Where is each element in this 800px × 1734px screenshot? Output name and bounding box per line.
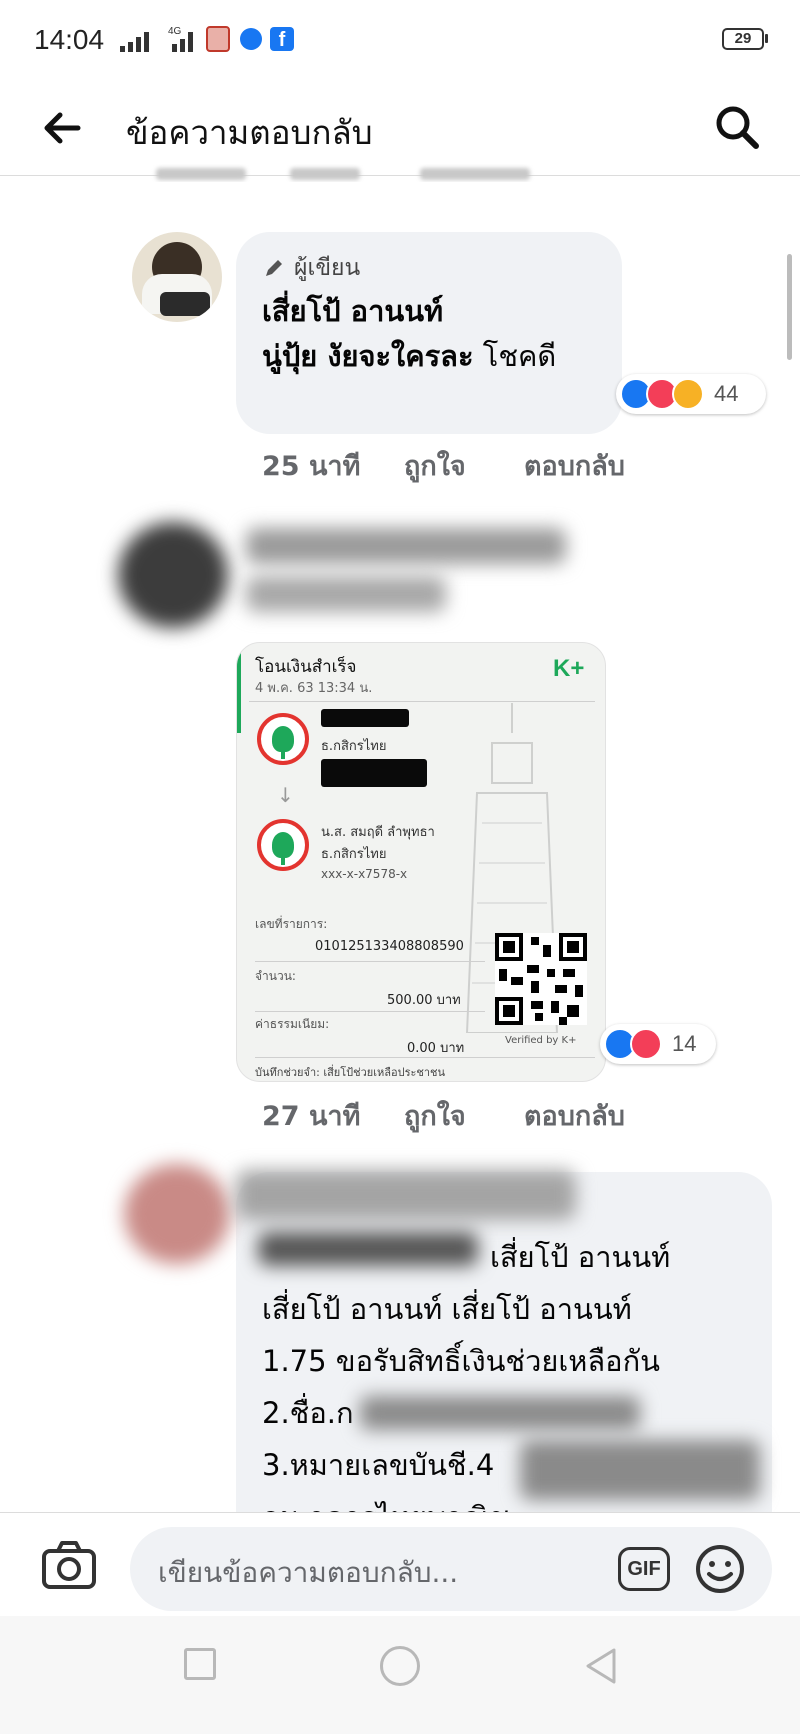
comment-text: นู่ปุ้ย งัยจะใครละ โชคดี xyxy=(262,332,602,380)
avatar[interactable] xyxy=(124,1164,230,1264)
reaction-count: 14 xyxy=(672,1031,697,1056)
like-button[interactable]: ถูกใจ xyxy=(404,1094,466,1137)
pencil-icon xyxy=(266,260,282,276)
comment-text-line: เสี่ยโป้ อานนท์ เสี่ยโป้ อานนท์ xyxy=(262,1292,632,1326)
recipient-account: xxx-x-x7578-x xyxy=(321,867,408,881)
status-time: 14:04 xyxy=(34,24,105,55)
blurred-author-name xyxy=(236,1170,576,1220)
comment-text-bold: นู่ปุ้ย งัยจะใครละ xyxy=(262,339,474,373)
reply-input-placeholder: เขียนข้อความตอบกลับ... xyxy=(158,1556,459,1589)
comment-text-rest: โชคดี xyxy=(482,339,557,373)
page-title: ข้อความตอบกลับ xyxy=(126,113,373,152)
reply-button[interactable]: ตอบกลับ xyxy=(524,1094,625,1137)
reaction-summary[interactable]: 14 xyxy=(600,1024,716,1064)
kbank-logo-icon xyxy=(257,713,309,765)
header: ข้อความตอบกลับ xyxy=(0,80,800,176)
reference-label: เลขที่รายการ: xyxy=(255,917,328,931)
qr-code xyxy=(495,933,587,1025)
transfer-receipt-image[interactable]: โอนเงินสำเร็จ 4 พ.ค. 63 13:34 น. K+ ธ.กส… xyxy=(236,642,606,1082)
redacted-sender-account xyxy=(321,759,427,787)
messenger-icon xyxy=(240,28,262,50)
receipt-title: โอนเงินสำเร็จ xyxy=(255,657,357,677)
comment-time: 27 นาที xyxy=(262,1101,361,1132)
care-icon xyxy=(672,378,704,410)
arrow-left-icon xyxy=(44,112,81,144)
status-bar: 14:04 4G f 29 xyxy=(0,0,800,80)
receipt-memo: บันทึกช่วยจำ: เสี่ยโป้ช่วยเหลือประชาชน xyxy=(255,1066,446,1079)
comment-author-name[interactable]: เสี่ยโป้ อานนท์ xyxy=(262,288,443,334)
signal-icon-2 xyxy=(168,30,198,52)
reaction-summary[interactable]: 44 xyxy=(616,374,766,414)
comment-meta: 25 นาที ถูกใจ ตอบกลับ xyxy=(262,444,712,482)
blurred-author-name xyxy=(246,528,566,564)
app-notification-icon xyxy=(206,26,230,52)
comment-text-line: เสี่ยโป้ อานนท์ xyxy=(490,1240,671,1274)
redacted-sender-name xyxy=(321,709,409,727)
avatar[interactable] xyxy=(132,232,222,322)
fee-value: 0.00 บาท xyxy=(407,1041,465,1056)
receipt-date: 4 พ.ค. 63 13:34 น. xyxy=(255,681,373,696)
kplus-logo: K+ xyxy=(553,655,585,682)
scrollbar[interactable] xyxy=(787,254,792,360)
love-icon xyxy=(630,1028,662,1060)
gif-button[interactable]: GIF xyxy=(618,1547,670,1591)
comment-text-line: 2.ชื่อ.ก xyxy=(262,1396,354,1430)
back-button[interactable] xyxy=(38,104,86,152)
kbank-logo-icon xyxy=(257,819,309,871)
reply-composer: เขียนข้อความตอบกลับ... GIF xyxy=(0,1512,800,1616)
amount-value: 500.00 บาท xyxy=(387,993,461,1008)
reply-button[interactable]: ตอบกลับ xyxy=(524,444,625,487)
blurred-name xyxy=(360,1396,640,1430)
comment-text-line: 1.75 ขอรับสิทธิ์เงินช่วยเหลือกัน xyxy=(262,1344,660,1378)
amount-label: จำนวน: xyxy=(255,969,296,983)
previous-comment-fragment xyxy=(150,164,550,182)
reply-input[interactable]: เขียนข้อความตอบกลับ... GIF xyxy=(130,1527,772,1611)
search-button[interactable] xyxy=(712,102,764,154)
comment-meta: 27 นาที ถูกใจ ตอบกลับ xyxy=(262,1094,712,1132)
avatar[interactable] xyxy=(118,522,228,628)
arrow-down-icon: ↓ xyxy=(277,783,294,807)
home-button[interactable] xyxy=(380,1646,420,1686)
camera-icon xyxy=(42,1541,96,1589)
camera-button[interactable] xyxy=(40,1539,98,1591)
comment-time: 25 นาที xyxy=(262,451,361,482)
fee-label: ค่าธรรมเนียม: xyxy=(255,1017,330,1031)
blurred-account-number xyxy=(520,1440,760,1500)
recipient-bank: ธ.กสิกรไทย xyxy=(321,847,387,862)
facebook-icon: f xyxy=(270,27,294,51)
like-button[interactable]: ถูกใจ xyxy=(404,444,466,487)
reference-value: 010125133408808590 xyxy=(315,939,464,954)
smiley-icon xyxy=(696,1545,744,1593)
comment-text-line: 3.หมายเลขบันชี.4 xyxy=(262,1448,495,1482)
blurred-comment-text xyxy=(246,576,446,612)
search-icon xyxy=(716,106,759,149)
recipient-name: น.ส. สมฤดี ลำพุทธา xyxy=(321,825,435,840)
blurred-mention xyxy=(258,1232,478,1266)
back-nav-button[interactable] xyxy=(582,1646,618,1686)
author-badge: ผู้เขียน xyxy=(294,255,361,281)
reaction-count: 44 xyxy=(714,381,739,406)
emoji-button[interactable] xyxy=(694,1543,746,1595)
verified-caption: Verified by K+ xyxy=(505,1035,577,1046)
signal-icon xyxy=(120,30,160,52)
battery-icon: 29 xyxy=(722,28,764,50)
sender-bank: ธ.กสิกรไทย xyxy=(321,739,387,754)
recent-apps-button[interactable] xyxy=(184,1648,216,1680)
system-navigation-bar xyxy=(0,1616,800,1734)
back-triangle-icon xyxy=(586,1648,616,1684)
